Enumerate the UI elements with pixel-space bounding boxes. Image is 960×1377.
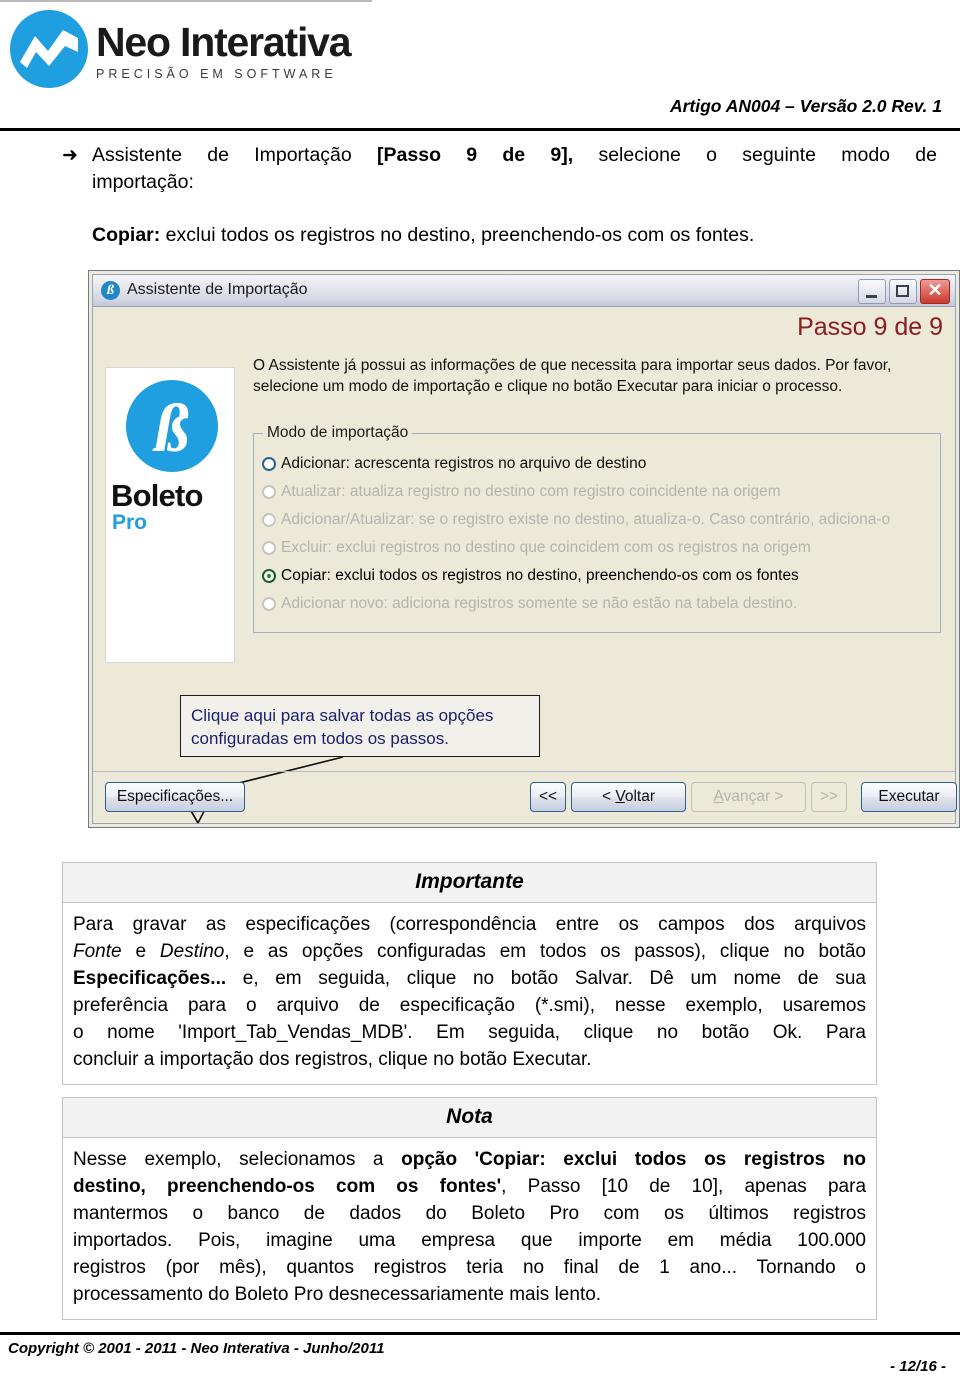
- intro-text-b: selecione o seguinte modo de: [573, 144, 937, 166]
- radio-icon-adicionar[interactable]: [262, 457, 276, 471]
- minimize-glyph: [866, 295, 877, 298]
- logo-company-name: Neo Interativa: [96, 18, 352, 65]
- next-button-label: Avançar >: [713, 788, 784, 805]
- radio-icon-excluir: [262, 541, 276, 555]
- radio-label-adicionar: Adicionar: acrescenta registros no arqui…: [281, 455, 647, 472]
- logo-tagline: PRECISÃO EM SOFTWARE: [96, 66, 337, 81]
- dialog-titlebar[interactable]: ß Assistente de Importação ✕: [93, 275, 955, 307]
- importante-box: Importante Para gravar as especificações…: [62, 862, 877, 1085]
- intro-line2: importação:: [92, 171, 194, 193]
- importante-line-1: Para gravar as especificações (correspon…: [73, 914, 866, 935]
- importante-line-6: concluir a importação dos registros, cli…: [73, 1049, 592, 1070]
- first-step-button[interactable]: <<: [530, 782, 566, 812]
- logo-text-block: Neo Interativa PRECISÃO EM SOFTWARE: [96, 18, 352, 81]
- header-divider: [0, 128, 960, 131]
- back-button-label: < Voltar: [602, 788, 655, 805]
- back-button[interactable]: < Voltar: [571, 782, 686, 812]
- copiar-description: exclui todos os registros no destino, pr…: [160, 224, 755, 246]
- nota-box: Nota Nesse exemplo, selecionamos a opção…: [62, 1097, 877, 1320]
- importante-line-3: Especificações... e, em seguida, clique …: [73, 968, 866, 989]
- footer-page-number: - 12/16 -: [890, 1358, 946, 1375]
- radio-row-copiar[interactable]: Copiar: exclui todos os registros no des…: [262, 562, 934, 590]
- groupbox-title: Modo de importação: [263, 424, 413, 442]
- nota-body: Nesse exemplo, selecionamos a opção 'Cop…: [63, 1138, 876, 1319]
- copiar-line: Copiar: exclui todos os registros no des…: [92, 222, 942, 249]
- product-name: Boleto: [111, 478, 203, 513]
- footer-divider: [0, 1332, 960, 1335]
- nota-line-1: Nesse exemplo, selecionamos a opção 'Cop…: [73, 1149, 866, 1170]
- maximize-icon[interactable]: [889, 279, 917, 304]
- nota-option-bold-2: destino, preenchendo-os com os fontes': [73, 1176, 502, 1197]
- import-mode-radio-list: Adicionar: acrescenta registros no arqui…: [262, 450, 934, 618]
- dialog-title: Assistente de Importação: [127, 281, 308, 298]
- nota-title: Nota: [63, 1098, 876, 1138]
- copiar-label: Copiar:: [92, 224, 161, 246]
- importante-destino: Destino: [159, 941, 225, 962]
- radio-label-copiar: Copiar: exclui todos os registros no des…: [281, 567, 799, 584]
- step-indicator: Passo 9 de 9: [797, 313, 943, 341]
- execute-button[interactable]: Executar: [861, 782, 957, 812]
- radio-label-atualizar: Atualizar: atualiza registro no destino …: [281, 483, 781, 500]
- radio-icon-copiar[interactable]: [262, 569, 276, 583]
- annotation-callout-text: Clique aqui para salvar todas as opções …: [191, 706, 494, 748]
- radio-row-atualizar: Atualizar: atualiza registro no destino …: [262, 478, 934, 506]
- intro-text-a: Assistente de Importação: [92, 144, 378, 166]
- importante-line-2: Fonte e Destino, e as opções configurada…: [73, 941, 867, 962]
- radio-row-adicionar-novo: Adicionar novo: adiciona registros somen…: [262, 590, 934, 618]
- close-icon[interactable]: ✕: [920, 279, 950, 304]
- minimize-icon[interactable]: [858, 279, 886, 304]
- radio-icon-adicionar-atualizar: [262, 513, 276, 527]
- footer-copyright: Copyright © 2001 - 2011 - Neo Interativa…: [8, 1340, 385, 1357]
- maximize-glyph: [896, 285, 909, 297]
- beta-circle-icon: ß: [126, 380, 218, 472]
- importante-title: Importante: [63, 863, 876, 903]
- beta-glyph: ß: [155, 390, 189, 466]
- last-step-button: >>: [811, 782, 847, 812]
- dialog-button-bar: Especificações... << < Voltar Avançar > …: [93, 771, 957, 823]
- intro-bullet-line: ➜ Assistente de Importação [Passo 9 de 9…: [62, 142, 937, 196]
- radio-label-adicionar-novo: Adicionar novo: adiciona registros somen…: [281, 595, 798, 612]
- radio-label-excluir: Excluir: exclui registros no destino que…: [281, 539, 811, 556]
- page-header: Neo Interativa PRECISÃO EM SOFTWARE Arti…: [0, 0, 960, 132]
- nota-option-bold-1: opção 'Copiar: exclui todos os registros…: [401, 1149, 866, 1170]
- radio-row-adicionar[interactable]: Adicionar: acrescenta registros no arqui…: [262, 450, 934, 478]
- product-logo-panel: ß Boleto Pro: [105, 367, 235, 663]
- company-logo: Neo Interativa PRECISÃO EM SOFTWARE: [8, 8, 352, 90]
- annotation-callout: Clique aqui para salvar todas as opções …: [180, 695, 540, 757]
- radio-row-excluir: Excluir: exclui registros no destino que…: [262, 534, 934, 562]
- article-reference: Artigo AN004 – Versão 2.0 Rev. 1: [669, 96, 942, 116]
- intro-step-bold: [Passo 9 de 9],: [377, 144, 574, 166]
- dialog-instructions: O Assistente já possui as informações de…: [253, 357, 892, 395]
- importante-fonte: Fonte: [73, 941, 122, 962]
- radio-icon-adicionar-novo: [262, 597, 276, 611]
- neo-wave-logo-icon: [8, 8, 90, 90]
- radio-label-adicionar-atualizar: Adicionar/Atualizar: se o registro exist…: [281, 511, 891, 528]
- importante-especificacoes-bold: Especificações...: [73, 968, 227, 989]
- nota-line-2: destino, preenchendo-os com os fontes', …: [73, 1176, 867, 1197]
- importante-body: Para gravar as especificações (correspon…: [63, 903, 876, 1084]
- import-mode-groupbox: Modo de importação Adicionar: acrescenta…: [253, 424, 941, 633]
- import-wizard-dialog: ß Assistente de Importação ✕ Passo 9 de …: [88, 270, 960, 828]
- nota-line-4: importados. Pois, imagine uma empresa qu…: [73, 1230, 866, 1251]
- nota-line-5: registros (por mês), quantos registros t…: [73, 1257, 866, 1278]
- boleto-beta-icon: ß: [101, 281, 120, 300]
- intro-section: ➜ Assistente de Importação [Passo 9 de 9…: [62, 142, 942, 249]
- radio-icon-atualizar: [262, 485, 276, 499]
- intro-body: Assistente de Importação [Passo 9 de 9],…: [92, 142, 937, 196]
- nota-line-6: processamento do Boleto Pro desnecessari…: [73, 1284, 602, 1305]
- close-glyph: ✕: [927, 280, 943, 300]
- especificacoes-button[interactable]: Especificações...: [105, 782, 245, 812]
- importante-line-4: preferência para o arquivo de especifica…: [73, 995, 866, 1016]
- importante-line-5: o nome 'Import_Tab_Vendas_MDB'. Em segui…: [73, 1022, 866, 1043]
- product-edition: Pro: [112, 511, 148, 534]
- window-buttons: ✕: [858, 279, 950, 304]
- dialog-inner: ß Assistente de Importação ✕ Passo 9 de …: [92, 274, 957, 824]
- next-button: Avançar >: [691, 782, 806, 812]
- arrow-right-icon: ➜: [62, 145, 78, 166]
- nota-line-3: mantermos o banco de dados do Boleto Pro…: [73, 1203, 866, 1224]
- radio-row-adicionar-atualizar: Adicionar/Atualizar: se o registro exist…: [262, 506, 934, 534]
